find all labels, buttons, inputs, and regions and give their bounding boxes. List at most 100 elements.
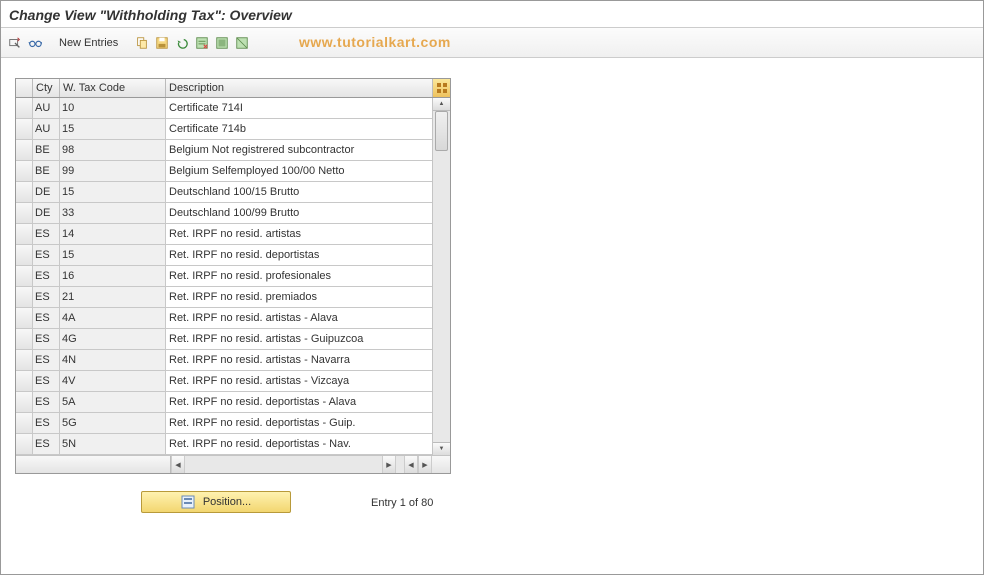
cell-description[interactable]: Ret. IRPF no resid. deportistas - Guip. [166,413,432,434]
cell-description[interactable]: Ret. IRPF no resid. artistas - Navarra [166,350,432,371]
table-row[interactable]: ES4GRet. IRPF no resid. artistas - Guipu… [16,329,432,350]
table-row[interactable]: BE99Belgium Selfemployed 100/00 Netto [16,161,432,182]
cell-description[interactable]: Belgium Selfemployed 100/00 Netto [166,161,432,182]
cell-tax-code[interactable]: 21 [60,287,166,308]
scroll-left-icon[interactable]: ◀ [171,456,185,473]
cell-tax-code[interactable]: 4V [60,371,166,392]
row-selector[interactable] [16,245,33,266]
row-selector[interactable] [16,434,33,455]
table-row[interactable]: ES5NRet. IRPF no resid. deportistas - Na… [16,434,432,455]
vertical-scrollbar[interactable]: ▲ ▼ [432,98,450,455]
table-row[interactable]: DE33Deutschland 100/99 Brutto [16,203,432,224]
table-row[interactable]: AU15Certificate 714b [16,119,432,140]
column-header-description[interactable]: Description [166,79,432,97]
cell-cty[interactable]: DE [33,203,60,224]
cell-description[interactable]: Ret. IRPF no resid. artistas - Vizcaya [166,371,432,392]
row-selector[interactable] [16,413,33,434]
row-selector[interactable] [16,161,33,182]
cell-tax-code[interactable]: 15 [60,182,166,203]
cell-tax-code[interactable]: 15 [60,119,166,140]
cell-cty[interactable]: BE [33,161,60,182]
cell-cty[interactable]: BE [33,140,60,161]
scroll-right2-icon[interactable]: ▶ [418,456,432,473]
cell-cty[interactable]: ES [33,308,60,329]
table-row[interactable]: DE15Deutschland 100/15 Brutto [16,182,432,203]
table-row[interactable]: ES4VRet. IRPF no resid. artistas - Vizca… [16,371,432,392]
cell-tax-code[interactable]: 5G [60,413,166,434]
scroll-down-icon[interactable]: ▼ [433,442,450,455]
table-row[interactable]: ES21Ret. IRPF no resid. premiados [16,287,432,308]
row-selector[interactable] [16,350,33,371]
undo-icon[interactable] [174,35,190,51]
cell-tax-code[interactable]: 14 [60,224,166,245]
table-row[interactable]: ES14Ret. IRPF no resid. artistas [16,224,432,245]
hscroll-track[interactable] [185,456,382,473]
cell-description[interactable]: Ret. IRPF no resid. artistas - Alava [166,308,432,329]
cell-cty[interactable]: AU [33,119,60,140]
cell-tax-code[interactable]: 15 [60,245,166,266]
table-row[interactable]: ES15Ret. IRPF no resid. deportistas [16,245,432,266]
row-selector[interactable] [16,182,33,203]
cell-description[interactable]: Ret. IRPF no resid. deportistas - Alava [166,392,432,413]
cell-tax-code[interactable]: 16 [60,266,166,287]
deselect-all-icon[interactable] [234,35,250,51]
row-selector[interactable] [16,329,33,350]
cell-description[interactable]: Certificate 714b [166,119,432,140]
select-column-header[interactable] [16,79,33,97]
cell-cty[interactable]: ES [33,266,60,287]
cell-tax-code[interactable]: 33 [60,203,166,224]
scroll-left2-icon[interactable]: ◀ [404,456,418,473]
row-selector[interactable] [16,392,33,413]
row-selector[interactable] [16,203,33,224]
cell-description[interactable]: Deutschland 100/99 Brutto [166,203,432,224]
details-icon[interactable] [7,35,23,51]
table-row[interactable]: ES4NRet. IRPF no resid. artistas - Navar… [16,350,432,371]
row-selector[interactable] [16,98,33,119]
cell-description[interactable]: Deutschland 100/15 Brutto [166,182,432,203]
delete-row-icon[interactable] [194,35,210,51]
copy-icon[interactable] [134,35,150,51]
cell-description[interactable]: Ret. IRPF no resid. profesionales [166,266,432,287]
cell-cty[interactable]: ES [33,287,60,308]
save-floppy-icon[interactable] [154,35,170,51]
scroll-up-icon[interactable]: ▲ [433,98,450,111]
cell-description[interactable]: Ret. IRPF no resid. artistas [166,224,432,245]
table-row[interactable]: BE98Belgium Not registrered subcontracto… [16,140,432,161]
table-row[interactable]: AU10Certificate 714I [16,98,432,119]
cell-cty[interactable]: ES [33,224,60,245]
row-selector[interactable] [16,266,33,287]
cell-cty[interactable]: ES [33,371,60,392]
row-selector[interactable] [16,371,33,392]
table-row[interactable]: ES5GRet. IRPF no resid. deportistas - Gu… [16,413,432,434]
cell-tax-code[interactable]: 10 [60,98,166,119]
cell-description[interactable]: Ret. IRPF no resid. premiados [166,287,432,308]
cell-cty[interactable]: DE [33,182,60,203]
cell-description[interactable]: Ret. IRPF no resid. deportistas [166,245,432,266]
glasses-icon[interactable] [27,35,43,51]
table-row[interactable]: ES16Ret. IRPF no resid. profesionales [16,266,432,287]
position-button[interactable]: Position... [141,491,291,513]
cell-cty[interactable]: AU [33,98,60,119]
cell-cty[interactable]: ES [33,329,60,350]
cell-tax-code[interactable]: 98 [60,140,166,161]
cell-description[interactable]: Ret. IRPF no resid. deportistas - Nav. [166,434,432,455]
cell-description[interactable]: Ret. IRPF no resid. artistas - Guipuzcoa [166,329,432,350]
cell-cty[interactable]: ES [33,434,60,455]
cell-tax-code[interactable]: 5A [60,392,166,413]
horizontal-scrollbar[interactable]: ◀ ▶ ◀ ▶ [16,455,450,473]
cell-tax-code[interactable]: 5N [60,434,166,455]
table-row[interactable]: ES5ARet. IRPF no resid. deportistas - Al… [16,392,432,413]
column-header-tax-code[interactable]: W. Tax Code [60,79,166,97]
cell-tax-code[interactable]: 4N [60,350,166,371]
cell-cty[interactable]: ES [33,350,60,371]
cell-description[interactable]: Certificate 714I [166,98,432,119]
cell-description[interactable]: Belgium Not registrered subcontractor [166,140,432,161]
cell-tax-code[interactable]: 4A [60,308,166,329]
row-selector[interactable] [16,224,33,245]
row-selector[interactable] [16,308,33,329]
cell-cty[interactable]: ES [33,413,60,434]
row-selector[interactable] [16,140,33,161]
cell-cty[interactable]: ES [33,245,60,266]
column-header-cty[interactable]: Cty [33,79,60,97]
cell-cty[interactable]: ES [33,392,60,413]
